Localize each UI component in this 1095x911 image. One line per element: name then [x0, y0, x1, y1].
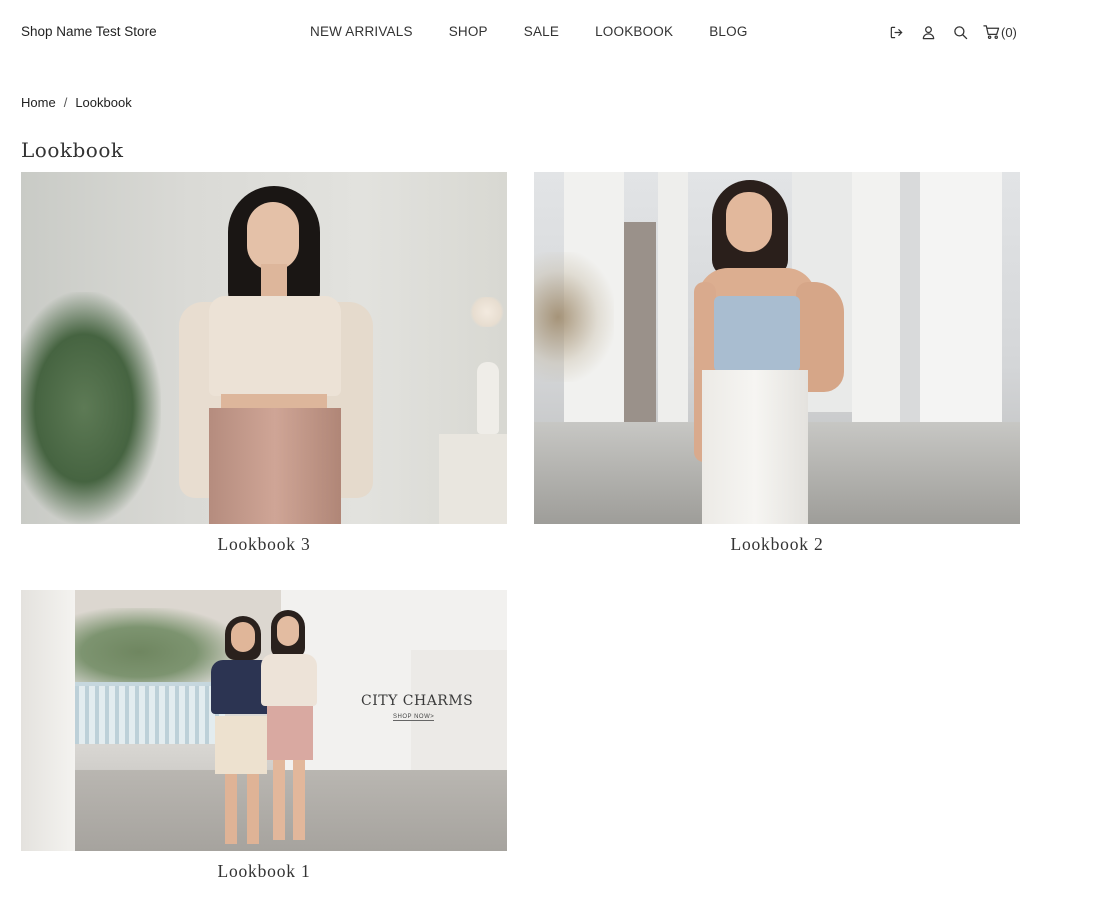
cart-icon	[983, 25, 1000, 39]
main-nav: NEW ARRIVALS SHOP SALE LOOKBOOK BLOG	[310, 24, 748, 39]
lookbook-card[interactable]: Lookbook 3	[21, 172, 507, 555]
lookbook-image[interactable]	[534, 172, 1020, 524]
lookbook-image[interactable]	[21, 172, 507, 524]
account-icon[interactable]	[919, 23, 937, 41]
lookbook-card[interactable]: Lookbook 2	[534, 172, 1020, 555]
cart-button[interactable]: (0)	[983, 24, 1017, 40]
breadcrumb: Home / Lookbook	[21, 95, 132, 110]
nav-new-arrivals[interactable]: NEW ARRIVALS	[310, 24, 413, 39]
breadcrumb-current: Lookbook	[75, 95, 132, 110]
banner-title: CITY CHARMS	[361, 693, 474, 709]
page-title: Lookbook	[21, 138, 124, 162]
store-name-link[interactable]: Shop Name Test Store	[21, 24, 157, 39]
site-header: Shop Name Test Store NEW ARRIVALS SHOP S…	[0, 0, 1095, 64]
lookbook-card[interactable]: CITY CHARMS SHOP NOW> Lookbook 1	[21, 590, 507, 882]
banner-shop-now: SHOP NOW>	[393, 714, 435, 721]
nav-lookbook[interactable]: LOOKBOOK	[595, 24, 673, 39]
nav-blog[interactable]: BLOG	[709, 24, 747, 39]
lookbook-title[interactable]: Lookbook 3	[21, 534, 507, 555]
breadcrumb-home[interactable]: Home	[21, 95, 56, 110]
header-icons: (0)	[887, 23, 1017, 41]
nav-sale[interactable]: SALE	[524, 24, 559, 39]
nav-shop[interactable]: SHOP	[449, 24, 488, 39]
search-icon[interactable]	[951, 23, 969, 41]
lookbook-title[interactable]: Lookbook 1	[21, 861, 507, 882]
lookbook-image[interactable]: CITY CHARMS SHOP NOW>	[21, 590, 507, 851]
breadcrumb-separator: /	[63, 95, 68, 110]
cart-count: (0)	[1001, 24, 1017, 40]
lookbook-title[interactable]: Lookbook 2	[534, 534, 1020, 555]
logout-icon[interactable]	[887, 23, 905, 41]
